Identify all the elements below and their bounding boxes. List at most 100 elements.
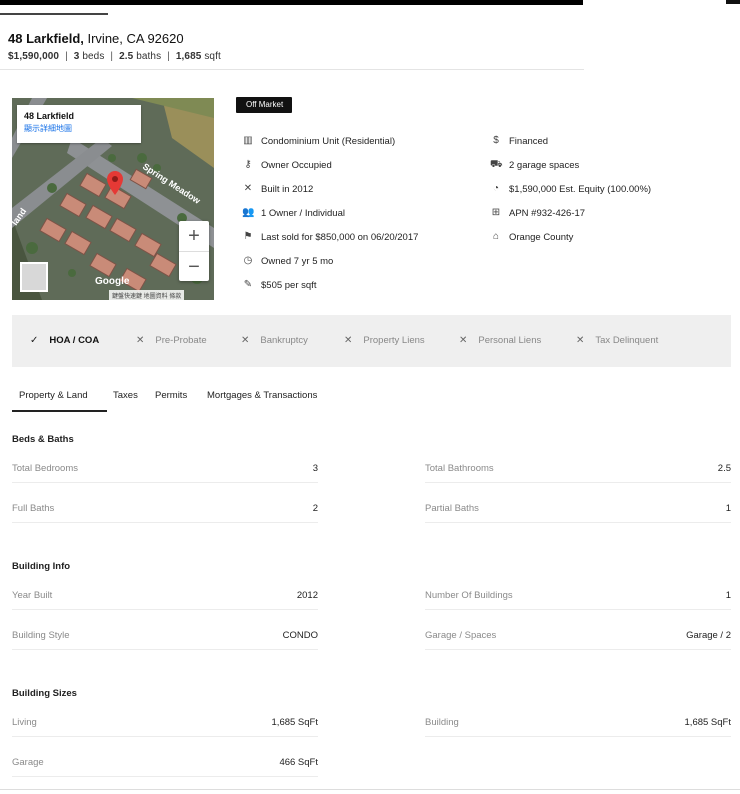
separator: | [167, 51, 170, 62]
detail-item: 👥 1 Owner / Individual [242, 201, 418, 225]
field-label: Total Bedrooms [12, 463, 79, 474]
field-value: 1,685 SqFt [684, 717, 731, 728]
field-value: 2.5 [717, 463, 731, 474]
active-tab-underline [12, 410, 107, 412]
property-address: 48 Larkfield, Irvine, CA 92620 [8, 31, 221, 46]
filter-property-liens[interactable]: ✕ Property Liens [344, 335, 425, 346]
field-value: CONDO [282, 630, 318, 641]
map-footer-links[interactable]: 鍵盤快速鍵 地圖資料 條款 [109, 290, 185, 300]
property-header: 48 Larkfield, Irvine, CA 92620 $1,590,00… [8, 31, 221, 62]
detail-item: ✕ Built in 2012 [242, 177, 418, 201]
detail-row: Number Of Buildings 1 [425, 570, 731, 610]
flag-icon: ⚑ [243, 231, 253, 242]
detail-text: Last sold for $850,000 on 06/20/2017 [261, 231, 419, 243]
dollar-icon: $ [493, 135, 499, 146]
location-pin-icon[interactable] [107, 171, 123, 195]
filter-tax-delinquent[interactable]: ✕ Tax Delinquent [576, 335, 658, 346]
detail-text: Owned 7 yr 5 mo [261, 255, 334, 267]
beds-count: 3 [73, 51, 80, 62]
tools-icon: ✕ [243, 183, 253, 194]
detail-text: Built in 2012 [261, 183, 314, 195]
check-icon: ✓ [30, 335, 39, 346]
detail-item: ✎ $505 per sqft [242, 273, 418, 297]
key-facts: $1,590,000 | 3 beds | 2.5 baths | 1,685 sqft [8, 51, 221, 62]
separator: | [110, 51, 114, 62]
detail-text: 2 garage spaces [509, 159, 580, 171]
key-icon: ⚷ [244, 159, 252, 170]
close-icon: ✕ [576, 335, 585, 346]
filter-bankruptcy[interactable]: ✕ Bankruptcy [241, 335, 308, 346]
ruler-icon: ✎ [243, 279, 253, 290]
detail-row: Garage 466 SqFt [12, 737, 318, 777]
detail-text: Condominium Unit (Residential) [261, 135, 396, 147]
detail-row: Total Bedrooms 3 [12, 443, 318, 483]
field-label: Building [425, 717, 459, 728]
field-label: Living [12, 717, 37, 728]
beds-label: beds [82, 51, 105, 62]
field-label: Building Style [12, 630, 70, 641]
field-value: 2 [312, 503, 318, 514]
detail-row: Living 1,685 SqFt [12, 697, 318, 737]
street-address: 48 Larkfield, [8, 31, 84, 46]
car-icon: ⛟ [490, 159, 503, 170]
tab-taxes[interactable]: Taxes [113, 390, 138, 401]
zoom-control: + − [179, 221, 209, 281]
price: $1,590,000 [8, 51, 60, 62]
filter-pre-probate[interactable]: ✕ Pre-Probate [136, 335, 207, 346]
field-label: Year Built [12, 590, 53, 601]
map-info-label: 48 Larkfield 顯示詳細地圖 [17, 105, 141, 143]
baths-label: baths [136, 51, 162, 62]
field-value: 1 [725, 503, 731, 514]
filter-hoa-coa[interactable]: ✓ HOA / COA [30, 335, 99, 346]
filter-label: Property Liens [363, 335, 425, 346]
google-logo: Google [95, 276, 130, 287]
top-nav-bar-right [726, 0, 740, 4]
field-value: Garage / 2 [686, 630, 731, 641]
sqft-label: sqft [204, 51, 221, 62]
detail-item: ⚑ Last sold for $850,000 on 06/20/2017 [242, 225, 419, 249]
detail-row: Total Bathrooms 2.5 [425, 443, 731, 483]
field-value: 2012 [296, 590, 318, 601]
street-view-icon[interactable] [20, 262, 48, 292]
detail-item: ◔ $1,590,000 Est. Equity (100.00%) [490, 177, 651, 201]
field-label: Garage [12, 757, 44, 768]
field-value: 466 SqFt [279, 757, 318, 768]
detail-text: Orange County [509, 231, 574, 243]
grid-icon: ⊞ [491, 207, 501, 218]
map-label-title: 48 Larkfield [24, 111, 75, 121]
field-label: Total Bathrooms [425, 463, 494, 474]
detail-row: Full Baths 2 [12, 483, 318, 523]
footer-divider [0, 789, 740, 790]
close-icon: ✕ [241, 335, 250, 346]
baths-count: 2.5 [119, 51, 134, 62]
zoom-in-button[interactable]: + [179, 221, 209, 251]
detail-item: ⚷ Owner Occupied [242, 153, 418, 177]
detail-row: Building Style CONDO [12, 610, 318, 650]
detail-text: Financed [509, 135, 549, 147]
tab-mortgages-transactions[interactable]: Mortgages & Transactions [207, 390, 317, 401]
header-divider [0, 69, 584, 70]
detail-item: ▥ Condominium Unit (Residential) [242, 129, 418, 153]
details-left-column: ▥ Condominium Unit (Residential) ⚷ Owner Oc… [242, 129, 418, 297]
city-state-zip: Irvine, CA 92620 [83, 31, 184, 46]
field-value: 1 [725, 590, 731, 601]
filter-personal-liens[interactable]: ✕ Personal Liens [459, 335, 541, 346]
detail-text: APN #932-426-17 [509, 207, 586, 219]
tab-property-land[interactable]: Property & Land [19, 390, 88, 401]
zoom-out-button[interactable]: − [179, 251, 209, 281]
property-map[interactable]: Spring Meadow land 48 Larkfield 顯示詳細地圖 +… [12, 98, 214, 300]
separator: | [65, 51, 68, 62]
tab-permits[interactable]: Permits [155, 390, 187, 401]
field-value: 3 [312, 463, 318, 474]
building-icon: ▥ [243, 135, 253, 146]
detail-row: Garage / Spaces Garage / 2 [425, 610, 731, 650]
status-badge: Off Market [236, 97, 293, 113]
detail-item: ◷ Owned 7 yr 5 mo [242, 249, 418, 273]
sqft-count: 1,685 [175, 51, 202, 62]
detail-text: 1 Owner / Individual [261, 207, 345, 219]
clock-icon: ◷ [243, 255, 253, 266]
filter-label: Tax Delinquent [595, 335, 659, 346]
map-detail-link[interactable]: 顯示詳細地圖 [24, 123, 134, 134]
field-label: Garage / Spaces [425, 630, 497, 641]
county-icon: ⌂ [492, 231, 500, 242]
